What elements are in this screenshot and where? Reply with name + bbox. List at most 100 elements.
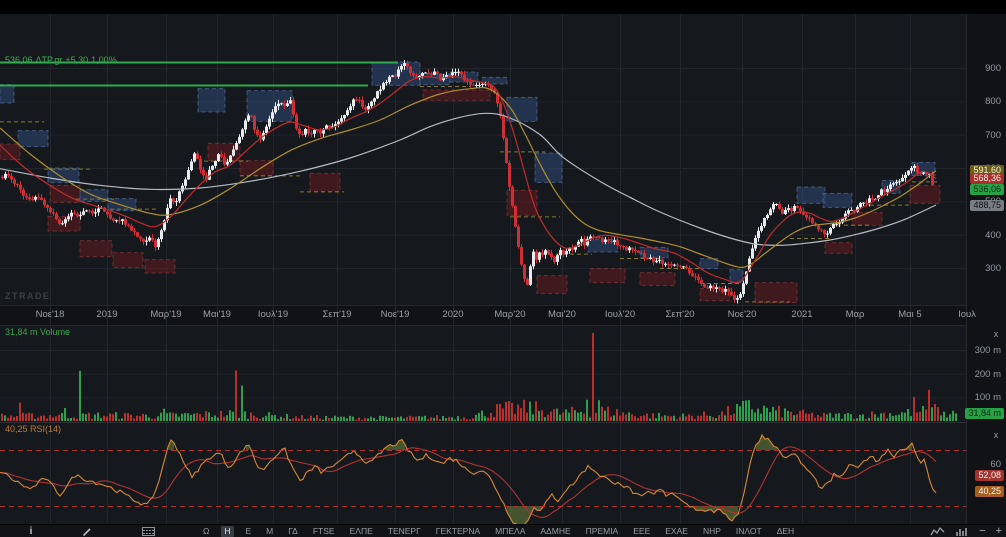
toolbar-tab-FTSE[interactable]: FTSE — [310, 526, 338, 537]
time-label: Ιουλ'19 — [257, 309, 289, 320]
toolbar-tabs: Ω Η Ε Μ ΓΔ FTSE ΕΛΠΕ ΤΕΝΕΡΓ ΓΕΚΤΕΡΝΑ ΜΠΕΛΑ ΑΔΜΗΕ ΠΡ… — [200, 525, 797, 537]
volume-pane-close-icon[interactable]: x — [990, 328, 1002, 340]
main-chart-canvas[interactable] — [0, 0, 1006, 537]
support-zone — [112, 252, 144, 269]
time-label: 2019 — [96, 309, 118, 320]
time-label: Νοε'20 — [727, 309, 757, 320]
price-tick: 700 — [985, 129, 1001, 141]
toolbar-tab-Η[interactable]: Η — [221, 526, 234, 537]
support-zone — [144, 259, 176, 274]
zoom-out-button[interactable]: − — [979, 526, 985, 537]
area-chart-icon[interactable] — [930, 523, 945, 537]
volume-tick: 300 m — [974, 344, 1001, 356]
support-zone — [0, 143, 21, 161]
support-zone — [422, 89, 491, 101]
info-icon[interactable]: i — [24, 525, 38, 537]
resistance-zone — [197, 88, 226, 113]
support-zone — [754, 282, 798, 304]
time-label: Ιουλ'20 — [604, 309, 636, 320]
support-zone — [536, 275, 568, 295]
volume-pane-title: 31,84 m Volume — [5, 327, 70, 337]
price-tick: 300 — [985, 263, 1001, 274]
toolbar-tab-ΕΕΕ[interactable]: ΕΕΕ — [630, 526, 653, 537]
time-label: Μαι 5 — [898, 309, 922, 320]
ma-layer — [0, 75, 937, 284]
price-badge-last-price: 536,06 — [970, 183, 1004, 195]
rsi-badge: 52,08 — [975, 469, 1004, 481]
time-label: 2021 — [791, 309, 813, 320]
toolbar-tab-ΓΔ[interactable]: ΓΔ — [285, 526, 301, 537]
time-label: 2020 — [442, 309, 464, 320]
trading-app-window: 536,06 ΔTP.gr +5,30 1,00% ZTRADE 31,84 m Vo… — [0, 0, 1006, 537]
resistance-zone — [0, 84, 15, 104]
grid-icon[interactable] — [140, 525, 156, 537]
rsi-name: RSI(14) — [30, 424, 62, 434]
price-tick: 900 — [985, 63, 1001, 74]
rsi-value: 40,25 — [5, 424, 28, 434]
resistance-zone — [534, 152, 563, 183]
price-tick: 800 — [985, 96, 1001, 108]
time-label: Νοε'18 — [35, 309, 65, 320]
ma-fast-line — [0, 75, 937, 284]
toolbar-tab-ΕΧΑΕ[interactable]: ΕΧΑΕ — [662, 526, 691, 537]
rsi-pane-close-icon[interactable]: x — [990, 429, 1002, 441]
time-label: Μαρ — [845, 309, 865, 320]
support-zone — [639, 272, 676, 287]
rsi-line — [0, 433, 937, 524]
time-label: Μαρ'19 — [150, 309, 182, 320]
support-zone — [851, 211, 883, 226]
rsi-layer — [0, 433, 937, 524]
support-zone — [824, 242, 853, 254]
toolbar-tab-ΜΠΕΛΑ[interactable]: ΜΠΕΛΑ — [492, 526, 528, 537]
time-label: Μαι'20 — [548, 309, 576, 320]
ticker-price: 536,06 — [5, 55, 33, 65]
support-zone — [309, 172, 341, 192]
volume-badge: 31,84 m — [965, 407, 1004, 419]
toolbar-tab-Ε[interactable]: Ε — [243, 526, 255, 537]
toolbar-tab-ΤΕΝΕΡΓ[interactable]: ΤΕΝΕΡΓ — [385, 526, 424, 537]
toolbar-tab-ΕΛΠΕ[interactable]: ΕΛΠΕ — [347, 526, 376, 537]
volume-value: 31,84 m — [5, 327, 38, 337]
ma-slow-line — [0, 112, 937, 246]
resistance-zone — [17, 130, 49, 148]
platform-watermark: ZTRADE — [5, 291, 51, 301]
top-strip — [0, 0, 1006, 14]
bottom-toolbar: i Ω Η Ε Μ ΓΔ FTSE ΕΛΠΕ ΤΕΝΕΡΓ ΓΕΚΤΕΡΝΑ ΜΠΕΛΑ ΑΔΜΗΕ… — [0, 524, 1006, 537]
toolbar-tab-ΙΝΛΟΤ[interactable]: ΙΝΛΟΤ — [733, 526, 765, 537]
toolbar-tab-ΓΕΚΤΕΡΝΑ[interactable]: ΓΕΚΤΕΡΝΑ — [433, 526, 483, 537]
toolbar-tab-ΝΗΡ[interactable]: ΝΗΡ — [700, 526, 724, 537]
time-axis-strip — [0, 305, 966, 325]
ticker-label: 536,06 ΔTP.gr +5,30 1,00% — [5, 55, 120, 65]
support-zone — [589, 268, 626, 284]
resistance-zone — [796, 186, 826, 204]
rsi-pane-title: 40,25 RSI(14) — [5, 424, 61, 434]
resistance-zone — [822, 192, 853, 208]
pencil-icon[interactable] — [80, 525, 94, 537]
time-label: Ιουλ — [958, 309, 976, 320]
toolbar-tab-ΑΔΜΗΕ[interactable]: ΑΔΜΗΕ — [537, 526, 573, 537]
toolbar-tab-ΠΡΕΜΙΑ[interactable]: ΠΡΕΜΙΑ — [583, 526, 622, 537]
volume-layer — [1, 332, 957, 421]
toolbar-right-group: − + — [930, 525, 1002, 537]
time-label: Σεπ'20 — [665, 309, 695, 320]
rsi-tick: 60 — [990, 459, 1001, 470]
price-badge-ma-slow: 488,75 — [970, 199, 1004, 211]
time-label: Μαρ'20 — [494, 309, 526, 320]
toolbar-tab-Ω[interactable]: Ω — [200, 526, 212, 537]
rsi-band-fill — [690, 506, 738, 521]
zones-layer — [0, 61, 941, 304]
rsi-badge: 40,25 — [975, 486, 1004, 498]
toolbar-tab-ΔΕΗ[interactable]: ΔΕΗ — [774, 526, 798, 537]
time-label: Μαι'19 — [203, 309, 231, 320]
ticker-symbol: ΔTP.gr — [35, 55, 63, 65]
toolbar-tab-Μ[interactable]: Μ — [263, 526, 276, 537]
rsi-band-fill — [384, 439, 405, 450]
volume-tick: 200 m — [974, 368, 1001, 380]
zoom-in-button[interactable]: + — [996, 526, 1002, 537]
volume-tick: 100 m — [974, 392, 1001, 404]
price-badge-ma-fast: 568,36 — [970, 173, 1004, 185]
ticker-change: +5,30 — [65, 55, 89, 65]
ticker-change-pct: 1,00% — [91, 55, 117, 65]
histogram-icon[interactable] — [955, 523, 969, 537]
time-label: Νοε'19 — [380, 309, 410, 320]
